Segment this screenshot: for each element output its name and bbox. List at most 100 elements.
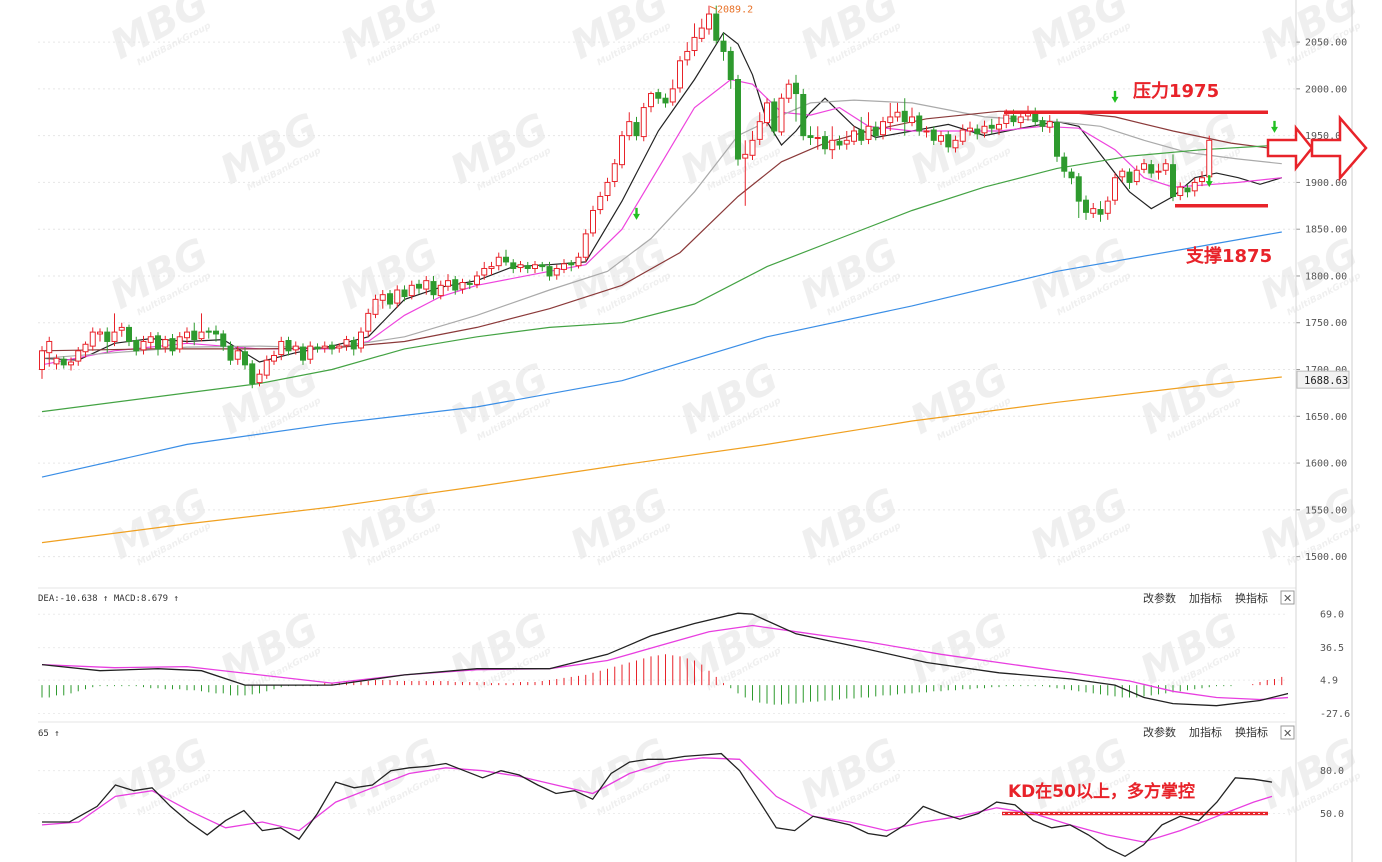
candle-up — [488, 266, 495, 269]
candle-down — [1010, 115, 1017, 123]
candle-down — [191, 330, 198, 341]
candle-down — [771, 101, 778, 132]
candle-down — [793, 82, 799, 95]
candle-down — [546, 266, 553, 277]
candle-down — [1039, 120, 1046, 127]
candle-up — [1199, 177, 1205, 182]
candle-down — [126, 326, 132, 342]
candle-up — [597, 195, 604, 211]
watermark-tile: MBGMultiBankGroup — [443, 105, 556, 194]
switch-indicator-button[interactable]: 换指标 — [1235, 725, 1268, 739]
candle-up — [358, 331, 364, 349]
candle-up — [611, 163, 618, 182]
candle-up — [1141, 163, 1147, 170]
candle-down — [213, 330, 219, 335]
candle-up — [698, 27, 705, 39]
candle-up — [909, 116, 915, 124]
switch-indicator-button[interactable]: 换指标 — [1235, 591, 1268, 605]
candle-up — [532, 264, 538, 269]
macd-tick-label: -27.6 — [1320, 709, 1350, 720]
price-tick-label: 1650.00 — [1305, 412, 1347, 423]
candle-down — [1170, 164, 1176, 197]
watermark-tile: MBGMultiBankGroup — [563, 0, 676, 69]
candle-up — [561, 263, 567, 270]
close-icon: ✕ — [1283, 727, 1292, 740]
resistance-label: 压力1975 — [1133, 81, 1219, 102]
candle-up — [1090, 208, 1097, 214]
watermark-tile: MBGMultiBankGroup — [563, 480, 676, 569]
change-params-button[interactable]: 改参数 — [1143, 725, 1176, 739]
current-price-marker: 1688.63 — [1296, 370, 1350, 389]
candle-up — [176, 336, 183, 350]
candle-up — [1162, 163, 1169, 171]
candle-up — [553, 267, 560, 276]
watermark-tile: MBGMultiBankGroup — [793, 0, 906, 69]
candle-up — [46, 340, 53, 354]
candle-up — [379, 294, 386, 301]
watermark-tile: MBGMultiBankGroup — [903, 605, 1016, 694]
candle-up — [97, 331, 103, 335]
watermark-tile: MBGMultiBankGroup — [333, 0, 446, 69]
candle-up — [271, 354, 277, 362]
candle-up — [981, 125, 988, 134]
candle-down — [916, 115, 923, 132]
candle-down — [401, 289, 408, 298]
candle-up — [959, 129, 966, 142]
candle-up — [408, 284, 415, 297]
buy-signal-arrow-icon — [1111, 90, 1119, 103]
candle-up — [365, 312, 372, 332]
candle-up — [292, 345, 299, 351]
kd-header: 65 ↑ — [38, 729, 60, 739]
candle-down — [285, 340, 292, 352]
candle-up — [778, 97, 785, 133]
watermark-tile: MBGMultiBankGroup — [333, 230, 446, 319]
add-indicator-button[interactable]: 加指标 — [1189, 591, 1222, 605]
candle-down — [735, 79, 741, 160]
candle-down — [1148, 164, 1155, 174]
candle-down — [510, 262, 517, 269]
candle-down — [329, 344, 335, 350]
candle-up — [162, 339, 169, 348]
price-tick-label: 1600.00 — [1305, 459, 1347, 470]
kd-annotation: KD在50以上，多方掌控 — [1008, 781, 1195, 802]
close-icon: ✕ — [1283, 592, 1292, 605]
candle-up — [111, 331, 118, 342]
double-arrow-right-icon — [1266, 114, 1368, 182]
watermark-tile: MBGMultiBankGroup — [333, 480, 446, 569]
add-indicator-button[interactable]: 加指标 — [1189, 725, 1222, 739]
candle-down — [430, 281, 437, 296]
candle-up — [1104, 200, 1111, 214]
candle-down — [1054, 122, 1060, 157]
watermark-tile: MBGMultiBankGroup — [1023, 480, 1136, 569]
candle-down — [524, 265, 531, 269]
candle-up — [278, 340, 285, 356]
candle-down — [314, 346, 321, 350]
candle-down — [662, 97, 669, 104]
candle-up — [234, 350, 241, 360]
candle-down — [205, 330, 212, 333]
candle-down — [713, 13, 720, 41]
candle-up — [437, 284, 444, 297]
candle-up — [1133, 169, 1140, 182]
candle-up — [575, 256, 582, 267]
watermark-tile: MBGMultiBankGroup — [443, 605, 556, 694]
candle-down — [242, 351, 248, 366]
candle-up — [459, 282, 466, 290]
candle-up — [640, 107, 647, 138]
macd-tick-label: 36.5 — [1320, 643, 1344, 654]
candle-down — [466, 282, 473, 285]
candle-up — [423, 280, 430, 290]
candle-up — [481, 267, 488, 276]
watermark-tile: MBGMultiBankGroup — [103, 730, 216, 819]
candle-up — [307, 345, 314, 360]
candle-up — [684, 50, 691, 61]
change-params-button[interactable]: 改参数 — [1143, 591, 1176, 605]
candle-up — [147, 336, 154, 343]
candle-down — [104, 331, 111, 342]
candle-up — [372, 298, 379, 315]
candle-down — [1061, 156, 1068, 172]
kd-controls: 改参数 加指标 换指标 ✕ — [1143, 725, 1295, 740]
candle-down — [836, 140, 843, 146]
candle-down — [930, 129, 937, 141]
candle-down — [1126, 171, 1133, 183]
